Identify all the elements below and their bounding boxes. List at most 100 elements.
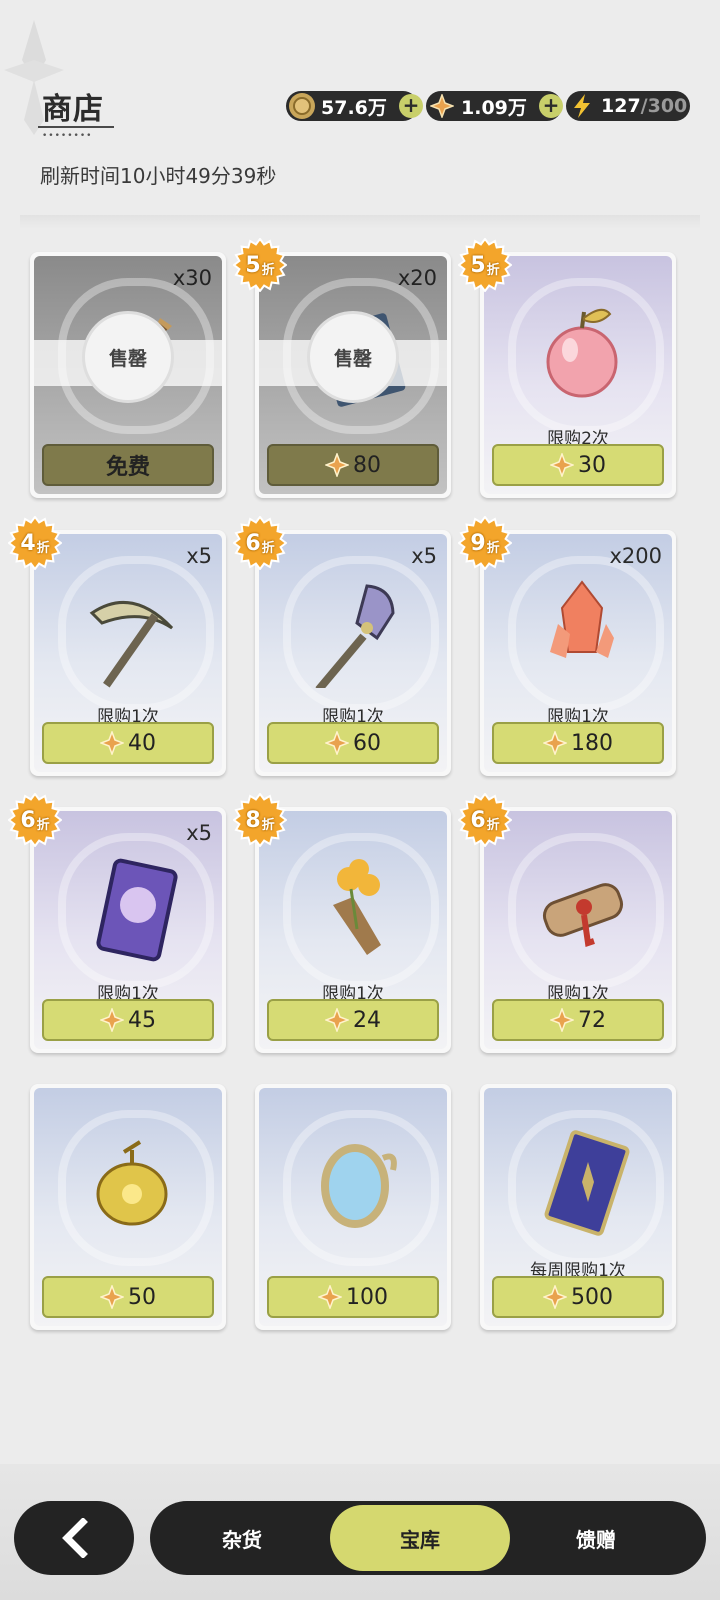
price-label: 500	[571, 1284, 613, 1310]
star-gem-icon	[543, 731, 567, 755]
star-gem-icon	[543, 1285, 567, 1309]
price-button[interactable]: 500	[492, 1276, 664, 1318]
price-button[interactable]: 180	[492, 722, 664, 764]
star-gem-icon	[100, 1008, 124, 1032]
price-label: 80	[353, 452, 381, 478]
shovel-icon	[315, 584, 395, 688]
price-button[interactable]: 24	[267, 999, 439, 1041]
shop-item-card[interactable]: 限购1次 24 8 折	[232, 792, 451, 1053]
price-label: 24	[353, 1007, 381, 1033]
discount-badge: 6折	[232, 515, 288, 571]
stamina-currency: 127 /300	[566, 91, 690, 121]
card-background: 100	[259, 1088, 447, 1326]
price-button[interactable]: 免费	[42, 444, 214, 486]
card-background: 50	[34, 1088, 222, 1326]
add-gem-button[interactable]: +	[539, 94, 563, 118]
shop-item-card[interactable]: 每周限购1次 500	[480, 1084, 676, 1330]
shop-item-card[interactable]: 50	[30, 1084, 226, 1330]
back-button[interactable]	[14, 1501, 134, 1575]
star-gem-icon	[550, 453, 574, 477]
discount-label: 5折	[470, 252, 500, 278]
title-dots: ••••••••	[42, 131, 93, 141]
shop-item-card[interactable]: x30 售罄 免费	[30, 252, 226, 498]
mirror-icon	[321, 1144, 397, 1228]
discount-badge: 5折	[232, 237, 288, 293]
star-gem-icon	[325, 731, 349, 755]
card-background: x5 限购1次 40	[34, 534, 222, 772]
discount-badge: 5折	[457, 237, 513, 293]
chevron-left-icon	[62, 1518, 88, 1558]
shop-item-card[interactable]: 100	[255, 1084, 451, 1330]
star-gem-icon	[100, 1285, 124, 1309]
tab-treasury[interactable]: 宝库	[330, 1505, 510, 1571]
item-quantity: x200	[609, 544, 662, 568]
shop-item-card[interactable]: x20 售罄 80 5 折	[232, 237, 451, 498]
scroll-icon	[542, 883, 624, 947]
gem-value: 1.09万	[461, 96, 527, 119]
stamina-value: 127	[601, 95, 641, 117]
card-background: x5 限购1次 60	[259, 534, 447, 772]
item-quantity: x30	[172, 266, 212, 290]
shop-item-card[interactable]: x200 限购1次 180 9 折	[457, 515, 676, 776]
price-button[interactable]: 100	[267, 1276, 439, 1318]
price-label: 180	[571, 730, 613, 756]
discount-label: 8折	[245, 807, 275, 833]
shop-item-card[interactable]: x5 限购1次 45 6 折	[7, 792, 226, 1053]
price-button[interactable]: 60	[267, 722, 439, 764]
price-button[interactable]: 72	[492, 999, 664, 1041]
price-label: 30	[578, 452, 606, 478]
shop-item-card[interactable]: 限购1次 72 6 折	[457, 792, 676, 1053]
add-coin-button[interactable]: +	[399, 94, 423, 118]
flower-bouquet-icon	[333, 859, 381, 955]
discount-label: 9折	[470, 530, 500, 556]
star-gem-icon	[325, 453, 349, 477]
discount-label: 6折	[470, 807, 500, 833]
card-background: 限购1次 72	[484, 811, 672, 1049]
price-label: 免费	[105, 455, 150, 480]
shop-item-card[interactable]: x5 限购1次 60 6 折	[232, 515, 451, 776]
card-background: 限购1次 24	[259, 811, 447, 1049]
discount-label: 5折	[245, 252, 275, 278]
discount-badge: 6折	[7, 792, 63, 848]
apple-icon	[546, 308, 618, 398]
card-background: 每周限购1次 500	[484, 1088, 672, 1326]
card-background: x200 限购1次 180	[484, 534, 672, 772]
shop-item-card[interactable]: x5 限购1次 40 4 折	[7, 515, 226, 776]
price-button[interactable]: 45	[42, 999, 214, 1041]
page-title: 商店	[42, 92, 104, 127]
star-gem-icon	[325, 1008, 349, 1032]
price-label: 72	[578, 1007, 606, 1033]
star-gem-icon	[318, 1285, 342, 1309]
item-quantity: x20	[397, 266, 437, 290]
stamina-max: /300	[640, 95, 688, 117]
lightning-icon	[569, 93, 595, 119]
discount-badge: 8折	[232, 792, 288, 848]
price-button[interactable]: 40	[42, 722, 214, 764]
tab-gifts[interactable]: 馈赠	[506, 1501, 686, 1575]
card-background: x20 售罄 80	[259, 256, 447, 494]
discount-badge: 4折	[7, 515, 63, 571]
price-label: 100	[346, 1284, 388, 1310]
discount-label: 6折	[20, 807, 50, 833]
title-underline	[38, 126, 114, 128]
coin-icon	[289, 93, 315, 119]
card-book-icon	[544, 1130, 630, 1236]
card-background: x30 售罄 免费	[34, 256, 222, 494]
shop-item-card[interactable]: 限购2次 30 5 折	[457, 237, 676, 498]
card-background: x5 限购1次 45	[34, 811, 222, 1049]
star-gem-icon	[100, 731, 124, 755]
price-button[interactable]: 30	[492, 444, 664, 486]
price-button[interactable]: 80	[267, 444, 439, 486]
card-background: 限购2次 30	[484, 256, 672, 494]
price-label: 50	[128, 1284, 156, 1310]
item-quantity: x5	[186, 544, 212, 568]
sold-out-stamp: 售罄	[307, 311, 399, 403]
pickaxe-icon	[89, 600, 174, 688]
tab-groceries[interactable]: 杂货	[152, 1501, 332, 1575]
star-gem-icon	[429, 93, 455, 119]
price-button[interactable]: 50	[42, 1276, 214, 1318]
refresh-timer: 刷新时间10小时49分39秒	[40, 164, 277, 188]
coin-value: 57.6万	[321, 96, 387, 119]
header-divider	[20, 215, 700, 229]
discount-badge: 9折	[457, 515, 513, 571]
